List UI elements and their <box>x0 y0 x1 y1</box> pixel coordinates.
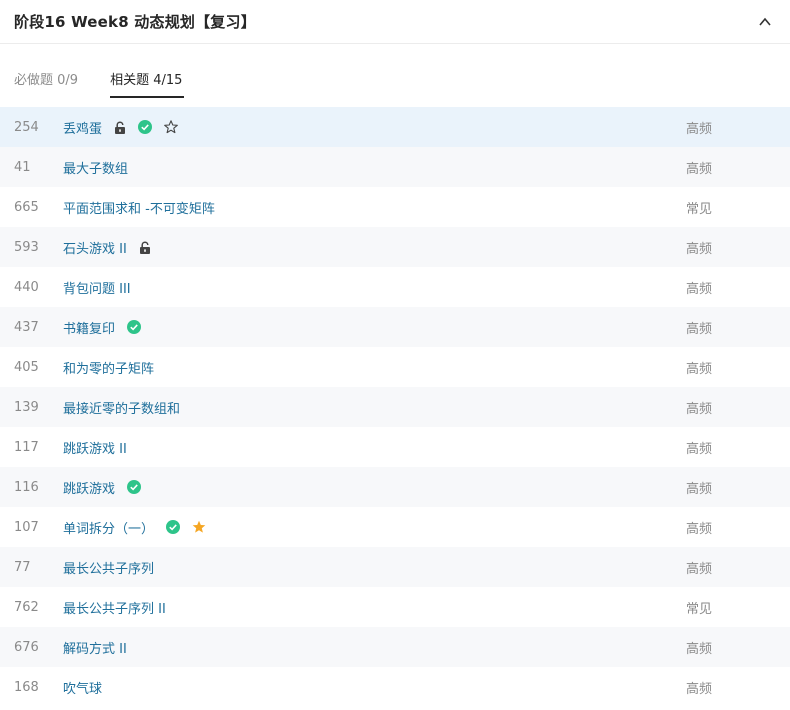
problem-name-cell: 丢鸡蛋 <box>63 118 686 137</box>
problem-title-link[interactable]: 丢鸡蛋 <box>63 118 102 137</box>
tab-required[interactable]: 必做题 0/9 <box>14 69 78 98</box>
problem-name-cell: 解码方式 II <box>63 638 686 657</box>
check-circle-icon <box>127 480 142 494</box>
problem-row[interactable]: 254 丢鸡蛋 高频 <box>0 107 790 147</box>
problem-name-cell: 单词拆分（一） <box>63 518 686 537</box>
problem-id: 676 <box>14 639 39 655</box>
tab-bar: 必做题 0/9 相关题 4/15 <box>0 44 790 98</box>
frequency-label: 高频 <box>686 281 713 297</box>
frequency-label: 高频 <box>686 521 713 537</box>
problem-title-link[interactable]: 最长公共子序列 II <box>63 598 166 617</box>
problem-id: 254 <box>14 119 39 135</box>
frequency-label: 高频 <box>686 681 713 697</box>
problem-id: 440 <box>14 279 39 295</box>
problem-row[interactable]: 116 跳跃游戏 高频 <box>0 467 790 507</box>
frequency-label: 高频 <box>686 401 713 417</box>
problem-title-link[interactable]: 平面范围求和 -不可变矩阵 <box>63 198 215 217</box>
section-header: 阶段16 Week8 动态规划【复习】 <box>0 0 790 44</box>
problem-id: 168 <box>14 679 39 695</box>
problem-id: 139 <box>14 399 39 415</box>
problem-name-cell: 背包问题 III <box>63 278 686 297</box>
problem-id: 762 <box>14 599 39 615</box>
frequency-label: 常见 <box>686 201 713 217</box>
problem-row[interactable]: 593 石头游戏 II 高频 <box>0 227 790 267</box>
tab-related[interactable]: 相关题 4/15 <box>110 69 185 98</box>
problem-title-link[interactable]: 吹气球 <box>63 678 102 697</box>
frequency-label: 高频 <box>686 241 713 257</box>
problem-row[interactable]: 168 吹气球 高频 <box>0 667 790 707</box>
problem-name-cell: 石头游戏 II <box>63 238 686 257</box>
problem-name-cell: 最接近零的子数组和 <box>63 398 686 417</box>
problem-title-link[interactable]: 解码方式 II <box>63 638 127 657</box>
problem-row[interactable]: 77 最长公共子序列 高频 <box>0 547 790 587</box>
frequency-label: 高频 <box>686 481 713 497</box>
problem-title-link[interactable]: 最大子数组 <box>63 158 128 177</box>
problem-list: 254 丢鸡蛋 高频 41 最大子数组 高频 665 平面范围求和 -不可变矩阵 常见 593 石头… <box>0 107 790 707</box>
problem-id: 116 <box>14 479 39 495</box>
check-circle-icon <box>138 120 153 134</box>
problem-title-link[interactable]: 和为零的子矩阵 <box>63 358 154 377</box>
problem-row[interactable]: 139 最接近零的子数组和 高频 <box>0 387 790 427</box>
problem-name-cell: 吹气球 <box>63 678 686 697</box>
frequency-label: 高频 <box>686 441 713 457</box>
problem-id: 107 <box>14 519 39 535</box>
problem-row[interactable]: 405 和为零的子矩阵 高频 <box>0 347 790 387</box>
problem-row[interactable]: 437 书籍复印 高频 <box>0 307 790 347</box>
frequency-label: 高频 <box>686 321 713 337</box>
problem-title-link[interactable]: 跳跃游戏 II <box>63 438 127 457</box>
problem-name-cell: 最长公共子序列 <box>63 558 686 577</box>
problem-name-cell: 平面范围求和 -不可变矩阵 <box>63 198 686 217</box>
problem-row[interactable]: 41 最大子数组 高频 <box>0 147 790 187</box>
check-circle-icon <box>127 320 142 334</box>
frequency-label: 高频 <box>686 121 713 137</box>
problem-name-cell: 跳跃游戏 <box>63 478 686 497</box>
problem-id: 405 <box>14 359 39 375</box>
problem-id: 593 <box>14 239 39 255</box>
problem-id: 77 <box>14 559 31 575</box>
problem-row[interactable]: 107 单词拆分（一） 高频 <box>0 507 790 547</box>
problem-title-link[interactable]: 最接近零的子数组和 <box>63 398 180 417</box>
star-outline-icon[interactable] <box>164 120 178 134</box>
frequency-label: 高频 <box>686 641 713 657</box>
problem-title-link[interactable]: 单词拆分（一） <box>63 518 154 537</box>
problem-row[interactable]: 762 最长公共子序列 II 常见 <box>0 587 790 627</box>
problem-title-link[interactable]: 跳跃游戏 <box>63 478 115 497</box>
star-filled-icon[interactable] <box>192 520 206 534</box>
problem-name-cell: 和为零的子矩阵 <box>63 358 686 377</box>
problem-id: 41 <box>14 159 31 175</box>
problem-row[interactable]: 117 跳跃游戏 II 高频 <box>0 427 790 467</box>
problem-name-cell: 跳跃游戏 II <box>63 438 686 457</box>
problem-row[interactable]: 440 背包问题 III 高频 <box>0 267 790 307</box>
problem-title-link[interactable]: 最长公共子序列 <box>63 558 154 577</box>
problem-id: 437 <box>14 319 39 335</box>
frequency-label: 高频 <box>686 161 713 177</box>
section-title: 阶段16 Week8 动态规划【复习】 <box>14 13 256 31</box>
check-circle-icon <box>166 520 181 534</box>
problem-id: 665 <box>14 199 39 215</box>
problem-id: 117 <box>14 439 39 455</box>
problem-name-cell: 最长公共子序列 II <box>63 598 686 617</box>
problem-row[interactable]: 665 平面范围求和 -不可变矩阵 常见 <box>0 187 790 227</box>
problem-title-link[interactable]: 背包问题 III <box>63 278 131 297</box>
problem-name-cell: 书籍复印 <box>63 318 686 337</box>
frequency-label: 高频 <box>686 561 713 577</box>
lock-icon <box>114 121 126 134</box>
chevron-up-icon <box>759 17 771 26</box>
frequency-label: 常见 <box>686 601 713 617</box>
problem-row[interactable]: 676 解码方式 II 高频 <box>0 627 790 667</box>
problem-title-link[interactable]: 石头游戏 II <box>63 238 127 257</box>
collapse-button[interactable] <box>754 11 776 33</box>
frequency-label: 高频 <box>686 361 713 377</box>
problem-name-cell: 最大子数组 <box>63 158 686 177</box>
problem-title-link[interactable]: 书籍复印 <box>63 318 115 337</box>
lock-icon <box>139 241 151 254</box>
